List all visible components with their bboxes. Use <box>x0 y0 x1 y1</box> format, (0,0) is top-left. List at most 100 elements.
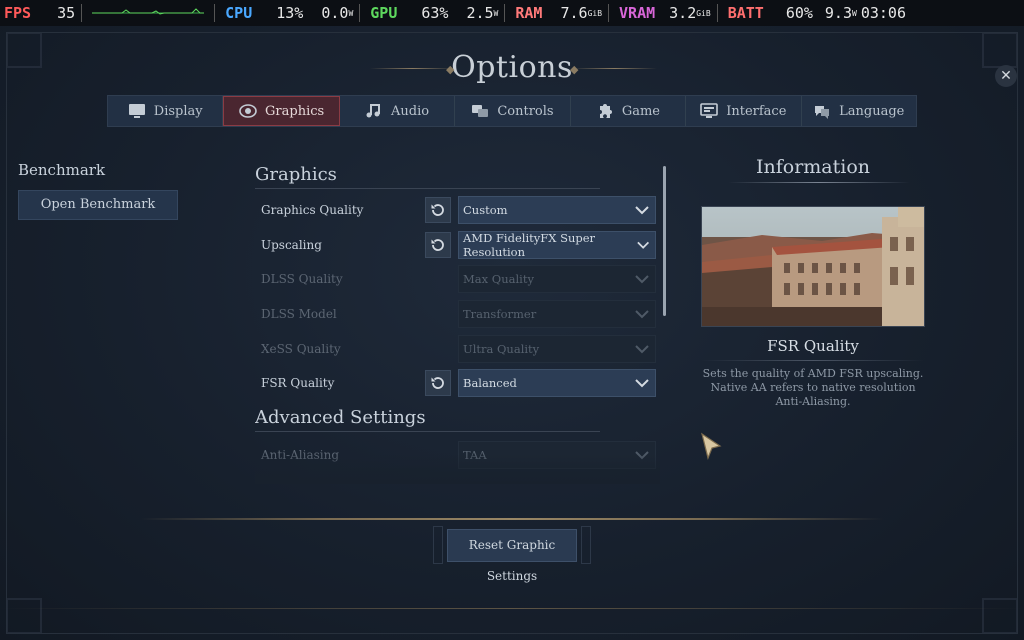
chevron-down-icon <box>635 206 649 215</box>
information-subtitle: FSR Quality <box>767 337 859 355</box>
close-button[interactable]: ✕ <box>995 65 1017 87</box>
gpu-usage: 63% <box>421 4 449 22</box>
reset-placeholder <box>425 336 451 362</box>
setting-label: DLSS Quality <box>261 272 343 287</box>
tab-game[interactable]: Game <box>571 96 687 126</box>
scrollbar[interactable] <box>663 166 666 316</box>
interface-icon <box>700 103 719 118</box>
title-area: Options <box>0 50 1024 85</box>
clock: 03:06 <box>860 4 906 22</box>
battery-percent: 60% <box>785 4 813 22</box>
divider <box>702 360 924 361</box>
battery-power-unit: W <box>852 8 857 18</box>
title-ornament-left <box>370 68 455 69</box>
controls-icon <box>472 105 489 117</box>
dropdown-value: Max Quality <box>463 272 534 287</box>
dlss-model-dropdown: Transformer <box>458 300 656 329</box>
divider <box>728 182 910 183</box>
undo-icon <box>431 239 444 251</box>
corner-ornament <box>982 598 1018 634</box>
chevron-down-icon <box>635 344 649 354</box>
graphics-quality-dropdown[interactable]: Custom <box>458 196 656 225</box>
tab-label: Graphics <box>265 103 325 119</box>
chevron-down-icon <box>635 379 649 388</box>
tab-graphics[interactable]: Graphics <box>223 96 340 126</box>
upscaling-dropdown[interactable]: AMD FidelityFX Super Resolution <box>458 230 656 259</box>
tab-label: Game <box>621 103 660 119</box>
divider <box>214 4 216 22</box>
mouse-cursor-icon <box>701 432 722 460</box>
fps-value: 35 <box>57 4 76 22</box>
ram-value: 7.6 <box>560 4 588 22</box>
gpu-power-unit: W <box>493 8 499 18</box>
button-frame-right <box>581 526 591 564</box>
information-description: Sets the quality of AMD FSR upscaling. N… <box>702 367 924 408</box>
reset-placeholder <box>425 266 451 292</box>
vram-unit: GiB <box>696 8 711 18</box>
setting-label: Upscaling <box>261 237 322 252</box>
tab-label: Display <box>153 103 203 119</box>
section-title-graphics: Graphics <box>255 164 600 189</box>
setting-row-upscaling: Upscaling AMD FidelityFX Super Resolutio… <box>255 228 660 263</box>
ornament-icon: ◆ <box>570 63 579 76</box>
tab-label: Audio <box>391 103 430 119</box>
cpu-usage: 13% <box>276 4 304 22</box>
dropdown-value: Balanced <box>463 376 517 391</box>
button-frame-left <box>433 526 443 564</box>
xess-quality-dropdown: Ultra Quality <box>458 334 656 363</box>
corner-ornament <box>6 598 42 634</box>
tab-language[interactable]: Language <box>802 96 916 126</box>
setting-row-dlss-quality: DLSS Quality Max Quality <box>255 262 660 297</box>
setting-label: FSR Quality <box>261 376 335 391</box>
music-note-icon <box>366 104 381 118</box>
open-benchmark-button[interactable]: Open Benchmark <box>18 190 178 220</box>
tab-display[interactable]: Display <box>108 96 224 126</box>
chevron-down-icon <box>635 310 649 319</box>
gpu-power: 2.5 <box>466 4 494 22</box>
undo-icon <box>431 377 444 390</box>
tab-audio[interactable]: Audio <box>340 96 456 126</box>
cpu-label: CPU <box>225 4 253 22</box>
bottom-divider <box>0 608 1024 609</box>
divider <box>608 4 610 22</box>
section-title-advanced: Advanced Settings <box>255 407 600 432</box>
tab-label: Interface <box>726 103 787 119</box>
setting-label: Graphics Quality <box>261 203 364 218</box>
reset-setting-button[interactable] <box>425 231 451 258</box>
chevron-down-icon <box>635 275 649 284</box>
close-icon: ✕ <box>1000 68 1012 84</box>
tab-bar: Display Graphics Audio Controls Game Int… <box>107 95 917 127</box>
dropdown-value: Custom <box>463 203 508 218</box>
divider <box>81 4 83 22</box>
information-heading: Information <box>755 156 871 178</box>
dropdown-value: Ultra Quality <box>463 341 540 356</box>
frametime-graph <box>92 8 205 15</box>
ram-unit: GiB <box>587 8 603 18</box>
setting-label: XeSS Quality <box>261 341 341 356</box>
puzzle-icon <box>599 104 612 118</box>
setting-row-dlss-model: DLSS Model Transformer <box>255 297 660 332</box>
vram-label: VRAM <box>619 4 656 22</box>
title-ornament-right <box>572 68 657 69</box>
reset-graphic-settings-button[interactable]: Reset Graphic Settings <box>447 529 577 583</box>
monitor-icon <box>128 104 145 118</box>
chevron-down-icon <box>636 241 649 249</box>
cpu-power-unit: W <box>348 8 354 18</box>
fsr-quality-dropdown[interactable]: Balanced <box>458 369 656 398</box>
scroll-fade <box>255 454 660 484</box>
tab-interface[interactable]: Interface <box>686 96 802 126</box>
reset-setting-button[interactable] <box>425 370 451 397</box>
setting-label: DLSS Model <box>261 307 337 322</box>
performance-overlay: FPS 35 CPU 13% 0.0 W GPU 63% 2.5 W RAM 7.6… <box>0 0 1024 26</box>
cpu-power: 0.0 <box>321 4 349 22</box>
benchmark-heading: Benchmark <box>18 161 106 179</box>
page-title: Options <box>451 50 573 85</box>
tab-controls[interactable]: Controls <box>455 96 571 126</box>
ornament-icon: ◆ <box>446 63 455 76</box>
reset-setting-button[interactable] <box>425 197 451 224</box>
tab-label: Controls <box>497 103 554 119</box>
vram-value: 3.2 <box>669 4 697 22</box>
eye-icon <box>239 104 257 118</box>
divider <box>359 4 361 22</box>
ram-label: RAM <box>515 4 543 22</box>
